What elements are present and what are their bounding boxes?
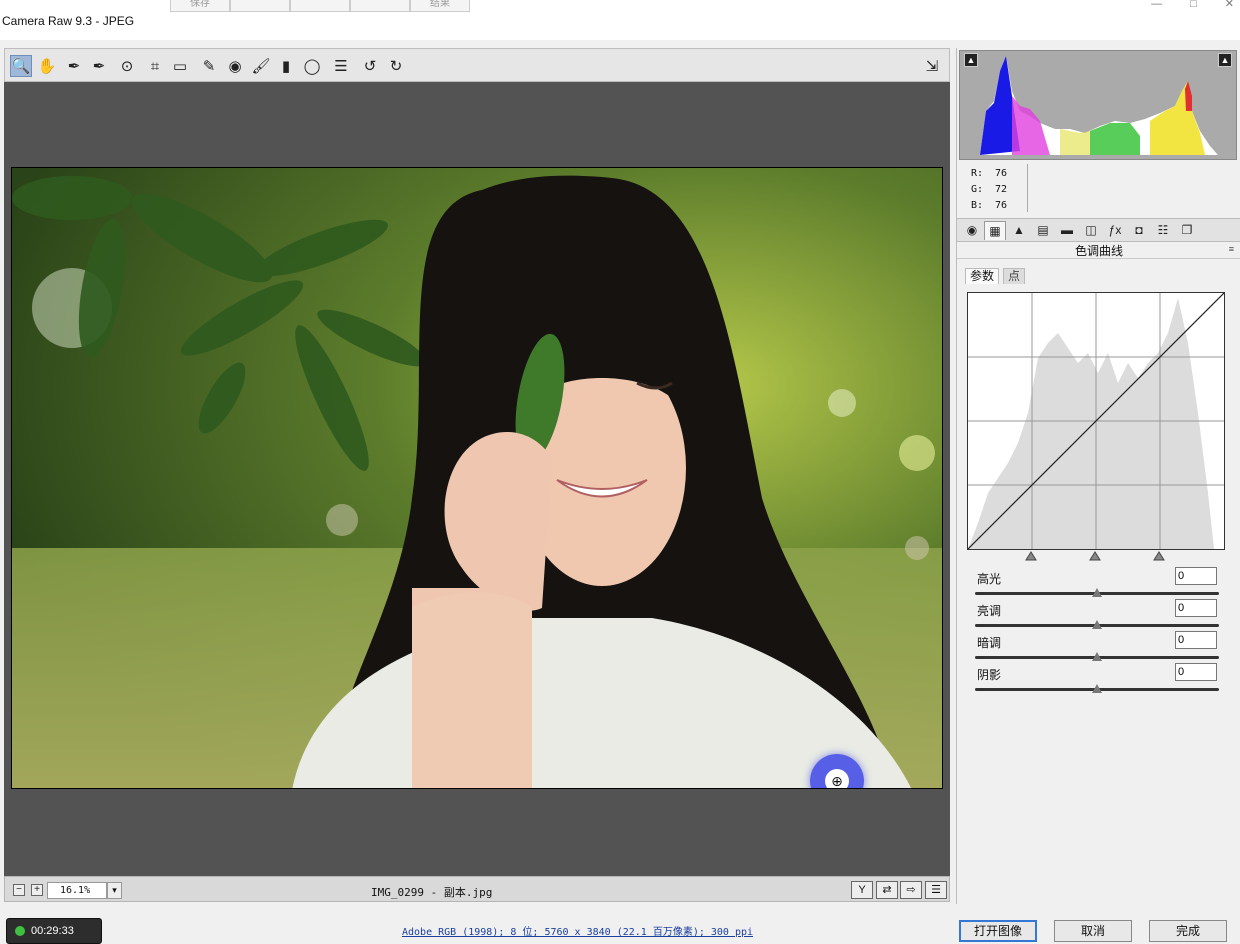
tab-point[interactable]: 点 <box>1003 268 1026 284</box>
curve-svg <box>967 292 1225 550</box>
tab-presets[interactable]: ☷ <box>1152 221 1174 240</box>
darks-value-field[interactable] <box>1175 631 1217 649</box>
graduated-filter-tool-icon[interactable]: ▮ <box>275 55 297 77</box>
region-divider-markers <box>967 550 1225 562</box>
ghost-tab <box>350 0 410 12</box>
slider-label: 暗调 <box>977 636 1002 650</box>
tab-snapshots[interactable]: ❐ <box>1176 221 1198 240</box>
highlight-clipping-warning-icon[interactable]: ▲ <box>1218 53 1232 67</box>
close-button[interactable]: ✕ <box>1225 0 1234 10</box>
b-value: 76 <box>995 200 1008 211</box>
shadows-divider-handle <box>1025 551 1037 561</box>
rgb-readout: R: 76 G: 72 B: 76 <box>971 166 1019 214</box>
recording-timer: 00:29:33 <box>6 918 102 944</box>
section-title: 色调曲线 <box>957 243 1240 259</box>
tab-lens-corrections[interactable]: ◫ <box>1080 221 1102 240</box>
slider-highlights[interactable]: 高光 <box>975 567 1219 600</box>
title-bar: Camera Raw 9.3 - JPEG 保存 结果 — □ ✕ <box>0 0 1240 40</box>
histogram-graph <box>980 56 1218 155</box>
preferences-tool-icon[interactable]: ☰ <box>330 55 352 77</box>
adjustment-brush-tool-icon[interactable]: 🖌 <box>250 55 272 77</box>
zoom-in-icon: ⊕ <box>825 769 849 788</box>
spot-removal-tool-icon[interactable]: ✎ <box>198 55 220 77</box>
color-sampler-tool-icon[interactable]: ✒ <box>88 55 110 77</box>
hand-tool-icon[interactable]: ✋ <box>36 55 58 77</box>
status-bar: − + 16.1% ▾ IMG_0299 - 副本.jpg Y ⇄ ⇨ ☰ <box>4 876 950 902</box>
rotate-left-tool-icon[interactable]: ↺ <box>359 55 381 77</box>
swap-settings-button[interactable]: ⇄ <box>876 881 898 899</box>
straighten-tool-icon[interactable]: ▭ <box>169 55 191 77</box>
slider-thumb[interactable] <box>1092 588 1102 597</box>
separator <box>1027 164 1028 212</box>
shadows-value-field[interactable] <box>1175 663 1217 681</box>
photo-preview[interactable]: ⊕ <box>11 167 943 789</box>
zoom-tool-icon[interactable]: 🔍 <box>10 55 32 77</box>
slider-thumb[interactable] <box>1092 620 1102 629</box>
background-window-tabs: 保存 结果 <box>170 0 470 12</box>
rotate-right-tool-icon[interactable]: ↻ <box>385 55 407 77</box>
maximize-button[interactable]: □ <box>1190 0 1197 10</box>
cancel-button[interactable]: 取消 <box>1054 920 1132 942</box>
slider-thumb[interactable] <box>1092 652 1102 661</box>
midtones-divider-handle <box>1089 551 1101 561</box>
ghost-tab: 保存 <box>170 0 230 12</box>
tab-effects[interactable]: ƒx <box>1104 221 1126 240</box>
slider-label: 亮调 <box>977 604 1002 618</box>
targeted-adjustment-tool-icon[interactable]: ⊙ <box>116 55 138 77</box>
view-settings-button[interactable]: ☰ <box>925 881 947 899</box>
window-controls: — □ ✕ <box>1151 0 1234 10</box>
marker-svg <box>1025 551 1165 561</box>
tab-basic[interactable]: ◉ <box>961 221 983 240</box>
slider-lights[interactable]: 亮调 <box>975 599 1219 632</box>
ghost-tab <box>290 0 350 12</box>
before-after-view-button[interactable]: Y <box>851 881 873 899</box>
slider-label: 阴影 <box>977 668 1002 682</box>
histogram: ▲ ▲ <box>959 50 1237 160</box>
adjustment-panel: ▲ ▲ R: 76 G: 72 B: 76 ◉ ▦ ▲ ▤ ▬ ◫ ƒx ◘ ☷ ❐ … <box>956 48 1240 904</box>
done-button[interactable]: 完成 <box>1149 920 1227 942</box>
slider-thumb[interactable] <box>1092 684 1102 693</box>
red-eye-tool-icon[interactable]: ◉ <box>224 55 246 77</box>
slider-darks[interactable]: 暗调 <box>975 631 1219 664</box>
slider-label: 高光 <box>977 572 1002 586</box>
tool-bar: 🔍 ✋ ✒ ✒ ⊙ ⌗ ▭ ✎ ◉ 🖌 ▮ ◯ ☰ ↺ ↻ ⇲ <box>4 48 950 82</box>
ghost-tab <box>230 0 290 12</box>
r-value: 76 <box>995 168 1008 179</box>
tab-hsl[interactable]: ▤ <box>1032 221 1054 240</box>
tone-curve-graph[interactable] <box>967 292 1225 550</box>
copy-settings-button[interactable]: ⇨ <box>900 881 922 899</box>
tab-camera-calibration[interactable]: ◘ <box>1128 221 1150 240</box>
file-name: IMG_0299 - 副本.jpg <box>371 886 493 899</box>
panel-tab-strip: ◉ ▦ ▲ ▤ ▬ ◫ ƒx ◘ ☷ ❐ <box>957 218 1240 242</box>
zoom-out-button[interactable]: − <box>13 884 25 896</box>
open-image-button[interactable]: 打开图像 <box>959 920 1037 942</box>
tab-parametric[interactable]: 参数 <box>965 268 1000 284</box>
lights-value-field[interactable] <box>1175 599 1217 617</box>
photo-image <box>12 168 942 788</box>
radial-filter-tool-icon[interactable]: ◯ <box>301 55 323 77</box>
g-value: 72 <box>995 184 1008 195</box>
ghost-tab: 结果 <box>410 0 470 12</box>
zoom-level-field[interactable]: 16.1% <box>47 882 107 899</box>
panel-menu-icon[interactable]: ≡ <box>1229 244 1234 254</box>
separator <box>0 40 1240 48</box>
shadow-clipping-warning-icon[interactable]: ▲ <box>964 53 978 67</box>
zoom-in-button[interactable]: + <box>31 884 43 896</box>
tab-split-toning[interactable]: ▬ <box>1056 221 1078 240</box>
white-balance-tool-icon[interactable]: ✒ <box>63 55 85 77</box>
tab-detail[interactable]: ▲ <box>1008 221 1030 240</box>
tab-tone-curve[interactable]: ▦ <box>984 221 1006 240</box>
highlights-divider-handle <box>1153 551 1165 561</box>
minimize-button[interactable]: — <box>1151 0 1162 10</box>
dialog-footer: 00:29:33 Adobe RGB (1998); 8 位; 5760 x 3… <box>0 904 1240 944</box>
zoom-dropdown-button[interactable]: ▾ <box>107 882 122 899</box>
slider-shadows[interactable]: 阴影 <box>975 663 1219 696</box>
crop-tool-icon[interactable]: ⌗ <box>144 55 166 77</box>
image-canvas[interactable]: ⊕ <box>4 82 950 876</box>
window-title: Camera Raw 9.3 - JPEG <box>2 14 135 28</box>
workflow-options-link[interactable]: Adobe RGB (1998); 8 位; 5760 x 3840 (22.1… <box>402 923 753 938</box>
fullscreen-toggle-icon[interactable]: ⇲ <box>921 55 943 77</box>
highlights-value-field[interactable] <box>1175 567 1217 585</box>
